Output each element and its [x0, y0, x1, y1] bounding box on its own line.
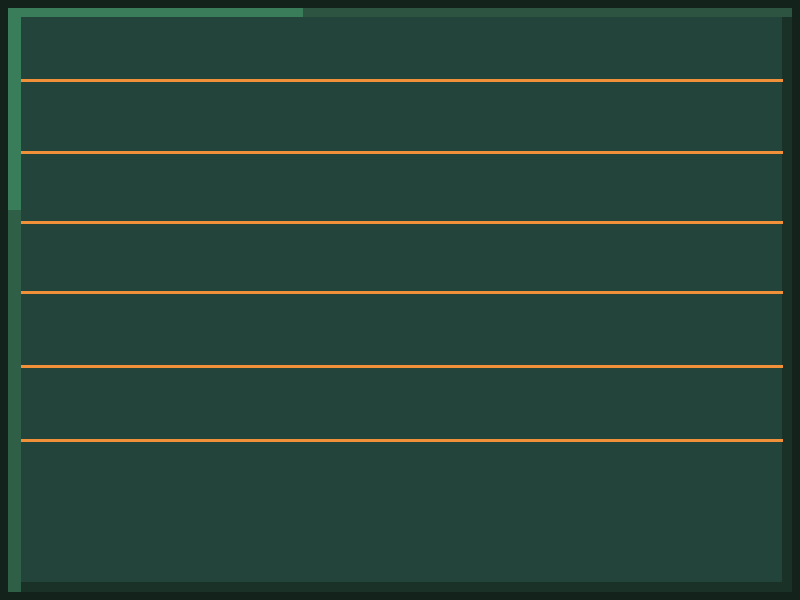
- screen-background: [0, 0, 800, 600]
- horizontal-line-4: [21, 291, 783, 294]
- horizontal-line-3: [21, 221, 783, 224]
- horizontal-line-5: [21, 365, 783, 368]
- right-edge-shadow: [782, 17, 792, 582]
- vertical-progress-fill: [8, 8, 21, 210]
- horizontal-progress-fill: [8, 8, 303, 17]
- horizontal-line-6: [21, 439, 783, 442]
- horizontal-line-1: [21, 79, 783, 82]
- main-panel: [8, 8, 792, 592]
- horizontal-line-2: [21, 151, 783, 154]
- bottom-edge-shadow: [21, 582, 792, 592]
